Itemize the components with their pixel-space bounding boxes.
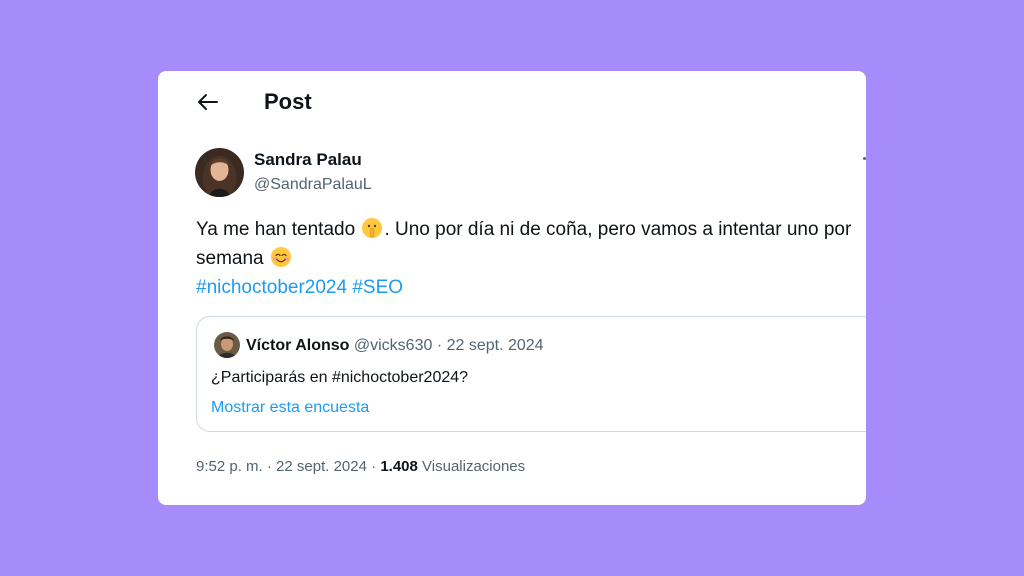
quoted-author-name: Víctor Alonso: [246, 337, 350, 354]
quoted-header: Víctor Alonso @vicks630 · 22 sept. 2024: [246, 336, 544, 356]
shushing-face-emoji-icon: [361, 217, 383, 239]
back-arrow-icon[interactable]: [196, 92, 220, 112]
author-name[interactable]: Sandra Palau: [254, 150, 362, 170]
quoted-separator: ·: [432, 337, 447, 354]
quoted-text: ¿Participarás en #nichoctober2024?: [211, 369, 469, 386]
post-header: Post: [158, 71, 866, 133]
more-options-icon[interactable]: [863, 157, 866, 160]
show-poll-link[interactable]: Mostrar esta encuesta: [211, 398, 369, 418]
post-card: Post Sandra Palau @SandraPalauL Ya me ha…: [158, 71, 866, 505]
page-title: Post: [264, 89, 312, 114]
quoted-author-avatar: [214, 332, 240, 358]
author-handle[interactable]: @SandraPalauL: [254, 175, 372, 195]
hashtag-link[interactable]: #nichoctober2024: [196, 277, 347, 298]
quoted-author-handle: @vicks630: [353, 337, 433, 354]
tweet-body: Ya me han tentado . Uno por día ni de co…: [196, 215, 856, 302]
post-time[interactable]: 9:52 p. m.: [196, 458, 263, 475]
hashtag-link[interactable]: #SEO: [352, 277, 403, 298]
quoted-date: 22 sept. 2024: [446, 337, 544, 354]
author-avatar[interactable]: [195, 148, 244, 197]
post-date[interactable]: 22 sept. 2024: [276, 458, 367, 475]
quoted-post[interactable]: Víctor Alonso @vicks630 · 22 sept. 2024 …: [196, 316, 866, 432]
smiling-face-emoji-icon: [270, 246, 292, 268]
views-label: Visualizaciones: [422, 458, 526, 475]
tweet-text-part1: Ya me han tentado: [196, 219, 361, 240]
post-metadata: 9:52 p. m. · 22 sept. 2024 · 1.408 Visua…: [196, 458, 526, 475]
views-count: 1.408: [380, 458, 418, 475]
